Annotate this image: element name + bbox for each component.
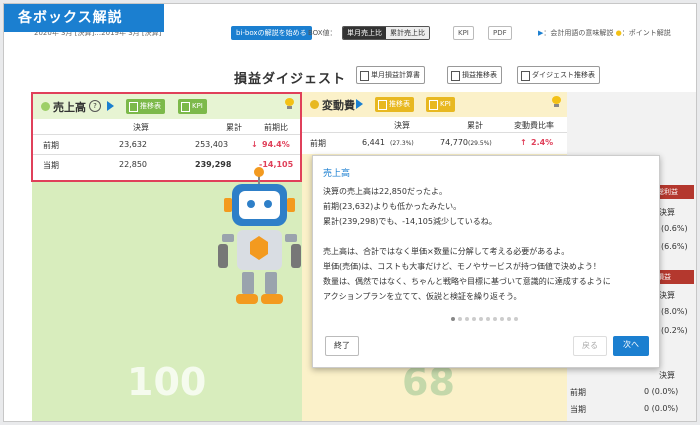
cell-kessan: 23,632 (119, 140, 147, 149)
cell-hi: 94.4% (262, 140, 290, 149)
start-explanation-button[interactable]: bi-boxの解説を始める (231, 26, 312, 40)
page-dot[interactable] (486, 317, 490, 321)
section-label: 各ボックス解説 (4, 4, 164, 32)
point-bulb-icon[interactable] (285, 98, 294, 110)
col-hi: 前期比 (264, 123, 288, 132)
col-ruikei: 累計 (226, 123, 242, 132)
right-cell: (6.6%) (661, 242, 688, 251)
variable-trend-button[interactable]: 推移表 (375, 97, 414, 112)
sales-trend-button[interactable]: 推移表 (126, 99, 165, 114)
page-dot[interactable] (500, 317, 504, 321)
term-explain-icon[interactable] (356, 99, 363, 109)
page-dot[interactable] (479, 317, 483, 321)
dialog-line: アクションプランを立てて、仮説と検証を繰り返そう。 (323, 292, 522, 301)
status-dot-icon (310, 100, 319, 109)
page-dot[interactable] (507, 317, 511, 321)
sales-header: 売上高 ? 推移表 KPI (33, 94, 300, 119)
dialog-line: 売上高は、合計ではなく単価×数量に分解して考える必要があるよ。 (323, 247, 570, 256)
col-ratio: 変動費比率 (514, 121, 554, 130)
legend-term: ：会計用語の意味解説 (543, 29, 614, 37)
sales-title: 売上高 (53, 101, 86, 114)
cell-ruikei: 74,770 (440, 138, 468, 147)
legend-text: ▶：会計用語の意味解説 ●：ポイント解説 (538, 28, 671, 38)
dialog-line: 累計(239,298)でも、-14,105減少しているね。 (323, 217, 497, 226)
variable-kpi-button[interactable]: KPI (426, 97, 455, 112)
table-row: 前期 6,441 (27.3%) 74,770 (29.5%) ↑ 2.4% (302, 132, 567, 152)
box-value-toggle[interactable]: 単月売上比 累計売上比 (342, 26, 430, 40)
monthly-pl-button[interactable]: 単月損益計算書 (356, 66, 425, 84)
page-dot[interactable] (465, 317, 469, 321)
status-dot-icon (41, 102, 50, 111)
term-explain-icon[interactable] (107, 101, 114, 111)
sales-kpi-button[interactable]: KPI (178, 99, 207, 114)
dialog-title: 売上高 (323, 169, 351, 179)
profit-tag[interactable]: 損益 (654, 270, 694, 284)
gross-profit-tag[interactable]: 総利益 (654, 185, 694, 199)
page-dots (451, 317, 518, 321)
right-col-header: 決算 (659, 371, 675, 380)
page-dot[interactable] (451, 317, 455, 321)
page-dot[interactable] (493, 317, 497, 321)
right-cell: (8.0%) (661, 307, 688, 316)
dialog-line: 決算の売上高は22,850だったよ。 (323, 187, 447, 196)
row-label: 当期 (570, 405, 586, 414)
sales-big-number: 100 (127, 360, 207, 404)
dialog-line: 単価(売価)は、コストも大事だけど、モノやサービスが持つ価値で決めよう！ (323, 262, 601, 271)
digest-trend-button[interactable]: ダイジェスト推移表 (517, 66, 600, 84)
page-dot[interactable] (458, 317, 462, 321)
right-col-header: 決算 (659, 291, 675, 300)
right-col-header: 決算 (659, 208, 675, 217)
cell-kessan: 6,441 (362, 138, 385, 147)
robot-mascot-icon (218, 167, 301, 304)
cell-ruikei-pct: (29.5%) (468, 140, 492, 147)
pl-trend-button[interactable]: 損益推移表 (447, 66, 502, 84)
dialog-line: 数量は、偶然ではなく、ちゃんと戦略や目標に基づいて意識的に達成するように (323, 277, 611, 286)
cell-ruikei: 253,403 (195, 140, 229, 149)
point-bulb-icon[interactable] (552, 96, 561, 108)
explanation-dialog: 売上高 決算の売上高は22,850だったよ。 前期(23,632)よりも低かった… (312, 155, 660, 368)
right-cell: (0.6%) (661, 224, 688, 233)
dialog-line: 前期(23,632)よりも低かったみたい。 (323, 202, 462, 211)
end-button[interactable]: 終了 (325, 336, 359, 356)
page-dot[interactable] (514, 317, 518, 321)
cell-kessan-pct: (27.3%) (390, 140, 414, 147)
legend-point: ：ポイント解説 (621, 29, 671, 37)
row-label: 前期 (310, 139, 326, 148)
variable-box[interactable]: 変動費 推移表 KPI 決算 累計 変動費比率 前期 6,441 (27.3%)… (302, 92, 567, 154)
box-value-label: BOX値： (308, 29, 337, 37)
app-frame: 各ボックス解説 2020年 3月 [決算]…2019年 3月 [決算] bi-b… (3, 3, 697, 422)
page-dot[interactable] (472, 317, 476, 321)
kpi-button[interactable]: KPI (453, 26, 474, 40)
seg-monthly[interactable]: 単月売上比 (343, 27, 386, 39)
variable-title: 変動費 (322, 99, 355, 112)
row-label: 前期 (570, 388, 586, 397)
seg-cumulative[interactable]: 累計売上比 (386, 27, 429, 39)
right-cell: 0 (0.0%) (644, 387, 679, 396)
next-button[interactable]: 次へ (613, 336, 649, 356)
up-arrow-icon: ↑ (520, 138, 527, 147)
col-kessan: 決算 (133, 123, 149, 132)
col-kessan: 決算 (394, 121, 410, 130)
pdf-button[interactable]: PDF (488, 26, 512, 40)
row-label: 当期 (43, 161, 59, 170)
row-label: 前期 (43, 141, 59, 150)
down-arrow-icon: ↓ (251, 140, 258, 149)
cell-kessan: 22,850 (119, 160, 147, 169)
col-ruikei: 累計 (467, 121, 483, 130)
table-row: 前期 23,632 253,403 ↓ 94.4% (33, 134, 300, 154)
right-cell: (0.2%) (661, 326, 688, 335)
back-button[interactable]: 戻る (573, 336, 607, 356)
page-title: 損益ダイジェスト (234, 72, 347, 87)
variable-header: 変動費 推移表 KPI (302, 92, 567, 117)
right-cell: 0 (0.0%) (644, 404, 679, 413)
question-icon[interactable]: ? (89, 100, 101, 112)
cell-ratio: 2.4% (531, 138, 554, 147)
